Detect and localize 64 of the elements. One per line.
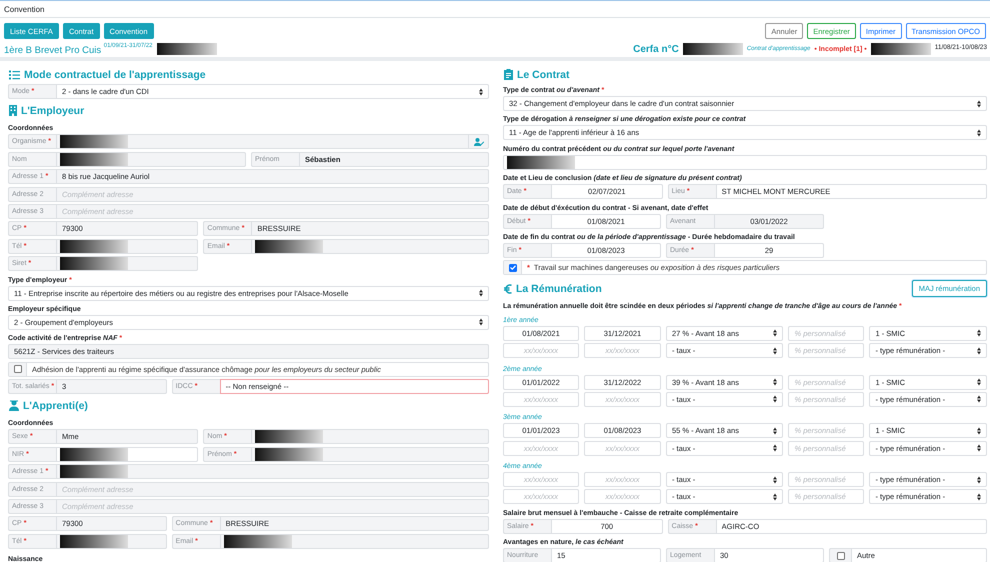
sort-caret-icon [976, 378, 981, 386]
euro-icon [504, 284, 512, 294]
sort-caret-icon [976, 346, 981, 355]
class-title: 1ère B Brevet Pro Cuis $^{01/09/21-31/07/22}$ [4, 42, 153, 56]
document-icon [504, 69, 513, 80]
checkbox[interactable] [14, 365, 22, 374]
redaction-block [255, 240, 324, 253]
input-field[interactable] [56, 238, 198, 254]
sort-caret-icon [773, 346, 778, 355]
input-field[interactable] [251, 429, 489, 444]
section-title: La Rémunération [516, 282, 602, 295]
redaction-block [60, 240, 128, 253]
input-field[interactable] [56, 134, 469, 150]
section-title: L'Employeur [21, 104, 84, 117]
redaction-block [224, 534, 292, 548]
redaction-block [60, 534, 128, 548]
sort-caret-icon [977, 128, 981, 137]
sort-caret-icon [977, 100, 981, 108]
sort-caret-icon [479, 318, 483, 326]
section-title: Le Contrat [517, 68, 570, 80]
sort-caret-icon [976, 444, 981, 452]
section-title: Mode contractuel de l'apprentissage [24, 68, 206, 80]
sort-caret-icon [976, 476, 981, 484]
sort-caret-icon [773, 395, 778, 404]
input-field[interactable] [56, 446, 198, 462]
sort-caret-icon [976, 329, 981, 338]
redaction-block [60, 448, 128, 461]
input-field[interactable] [56, 152, 246, 167]
sort-caret-icon [773, 476, 778, 484]
list-icon [9, 70, 20, 80]
sort-caret-icon [773, 329, 778, 338]
sort-caret-icon [773, 378, 778, 386]
input-field[interactable] [251, 238, 489, 254]
redaction-block [255, 430, 324, 444]
contact-picker-button[interactable] [469, 134, 489, 150]
input-field[interactable] [56, 534, 167, 549]
sort-caret-icon [976, 395, 981, 404]
input-field[interactable] [56, 464, 489, 480]
sort-caret-icon [479, 289, 483, 298]
checkbox[interactable] [836, 552, 844, 560]
cerfa-title: Cerfa n°C [633, 44, 679, 54]
building-icon [9, 105, 17, 116]
redaction-block [60, 135, 128, 148]
redaction-block [255, 448, 324, 461]
redaction-block [507, 156, 575, 169]
sort-caret-icon [773, 426, 778, 435]
sort-caret-icon [976, 426, 981, 435]
checkbox[interactable] [508, 264, 516, 272]
sort-caret-icon [479, 88, 483, 96]
input-field[interactable] [220, 534, 489, 549]
sort-caret-icon [976, 492, 981, 501]
redaction-block [60, 152, 128, 166]
student-icon [9, 400, 19, 412]
redaction-block [60, 257, 128, 270]
sort-caret-icon [773, 492, 778, 501]
input-field[interactable] [251, 446, 489, 462]
input-field[interactable] [503, 154, 987, 170]
section-title: L'Apprenti(e) [23, 400, 88, 412]
sort-caret-icon [773, 444, 778, 452]
redaction-block [60, 465, 128, 478]
person-edit-icon [474, 138, 484, 146]
input-field[interactable] [56, 256, 198, 272]
page-title: Convention [0, 1, 990, 18]
checkmark-icon [510, 265, 516, 270]
